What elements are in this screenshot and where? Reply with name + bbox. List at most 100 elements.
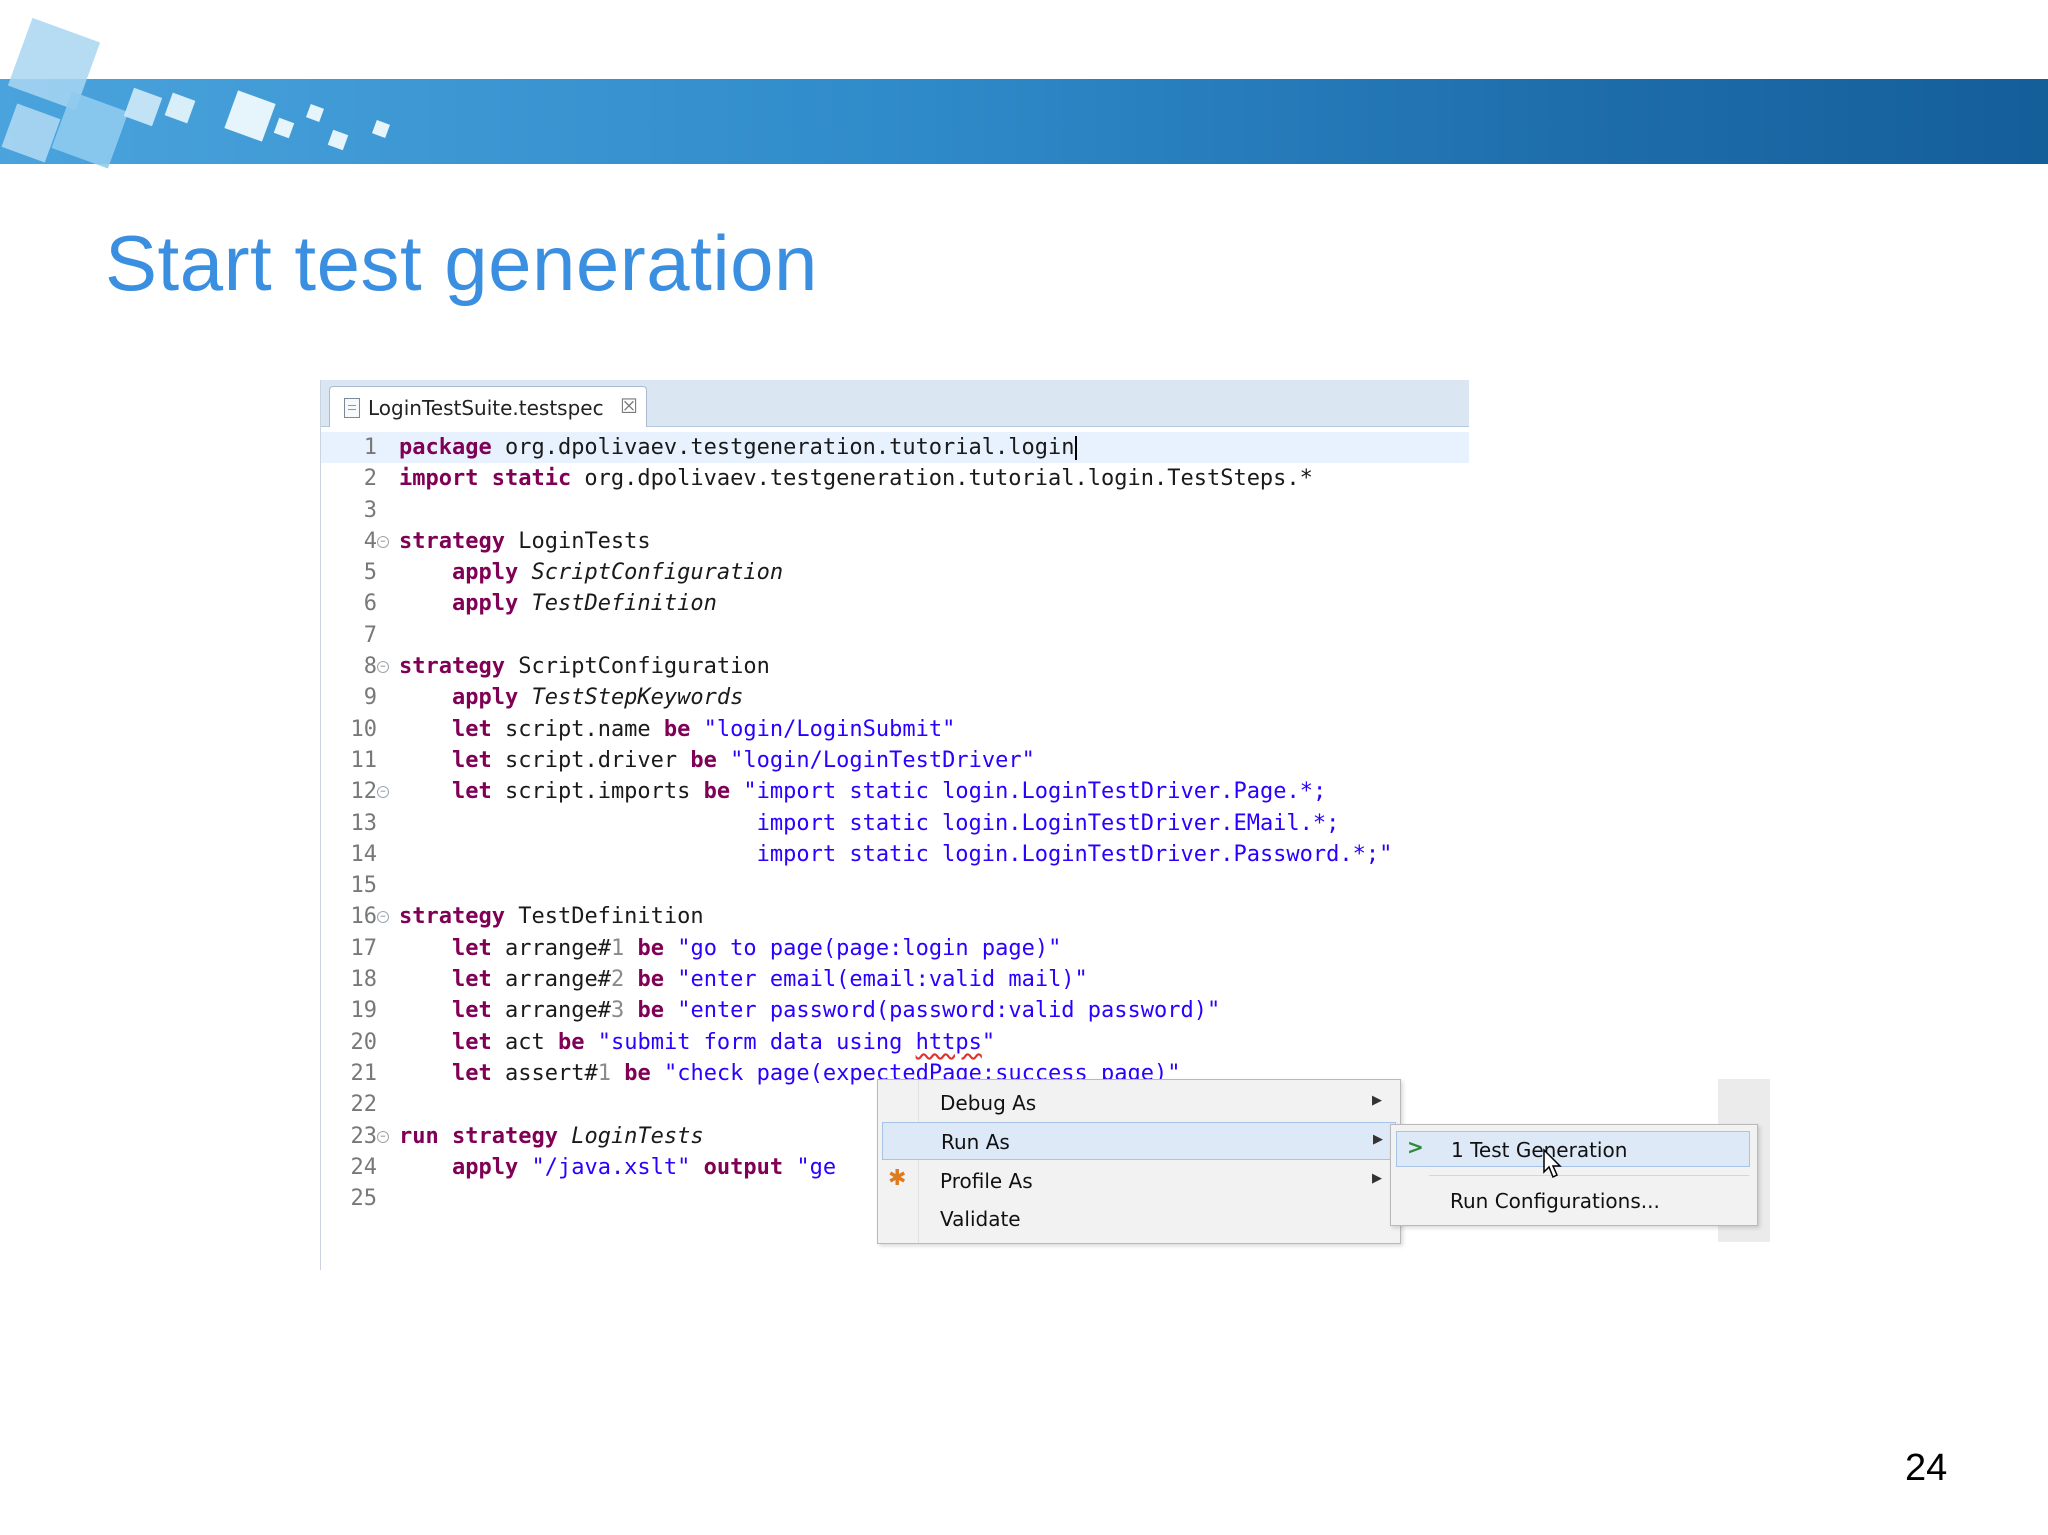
code-token: be: [690, 747, 717, 773]
code-line[interactable]: 12− let script.imports be "import static…: [321, 776, 1469, 807]
fold-toggle-icon[interactable]: −: [377, 535, 389, 548]
code-token: let: [451, 716, 492, 742]
code-token: run strategy: [399, 1123, 558, 1149]
line-number: 10: [350, 716, 378, 742]
code-text: import static login.LoginTestDriver.EMai…: [399, 808, 1340, 839]
code-line[interactable]: 13 import static login.LoginTestDriver.E…: [321, 808, 1469, 839]
menu-item-run-as[interactable]: Run As ▶: [882, 1122, 1396, 1160]
code-token: script.driver: [491, 747, 691, 773]
line-number: 12: [350, 779, 378, 805]
code-token: 1: [597, 1060, 611, 1086]
code-line[interactable]: 18 let arrange#2 be "enter email(email:v…: [321, 964, 1469, 995]
menu-item-label: Validate: [940, 1207, 1021, 1231]
fold-toggle-icon[interactable]: −: [377, 911, 389, 924]
code-text: strategy ScriptConfiguration: [399, 651, 770, 682]
menu-item-debug-as[interactable]: Debug As ▶: [882, 1084, 1394, 1120]
code-line[interactable]: 14 import static login.LoginTestDriver.P…: [321, 839, 1469, 870]
fold-toggle-icon[interactable]: −: [377, 786, 389, 799]
code-line[interactable]: 6 apply TestDefinition: [321, 588, 1469, 619]
code-text: let arrange#2 be "enter email(email:vali…: [399, 964, 1088, 995]
text-caret: [1074, 436, 1077, 460]
code-token: strategy: [399, 904, 505, 930]
code-line[interactable]: 5 apply ScriptConfiguration: [321, 557, 1469, 588]
menu-item-run-configurations[interactable]: Run Configurations...: [1396, 1183, 1748, 1217]
line-number: 20: [350, 1029, 378, 1055]
code-text: let act be "submit form data using https…: [399, 1027, 995, 1058]
code-line[interactable]: 10 let script.name be "login/LoginSubmit…: [321, 714, 1469, 745]
code-line[interactable]: 4− strategy LoginTests: [321, 526, 1469, 557]
close-icon[interactable]: ☒: [620, 394, 638, 418]
menu-item-label: Run Configurations...: [1450, 1189, 1660, 1213]
code-token: TestDefinition: [504, 904, 704, 930]
code-token: "enter password(password:valid password)…: [677, 998, 1221, 1024]
menu-separator: [1429, 1175, 1749, 1176]
code-text: apply ScriptConfiguration: [399, 557, 783, 588]
code-token: org.dpolivaev.testgeneration.tutorial.lo…: [491, 435, 1075, 460]
line-number: 24: [350, 1154, 378, 1180]
line-number: 7: [363, 622, 377, 648]
code-text: let script.name be "login/LoginSubmit": [399, 714, 955, 745]
code-text: let script.driver be "login/LoginTestDri…: [399, 745, 1035, 776]
code-token: "import static login.LoginTestDriver.Pag…: [743, 779, 1327, 805]
code-token: "login/LoginSubmit": [703, 716, 956, 742]
slide-title: Start test generation: [105, 219, 818, 307]
code-line[interactable]: 1 package org.dpolivaev.testgeneration.tu…: [321, 432, 1469, 464]
code-token: https: [915, 1029, 982, 1055]
code-text: apply TestStepKeywords: [399, 682, 743, 713]
editor-tab[interactable]: LoginTestSuite.testspec ☒: [329, 386, 647, 427]
code-line[interactable]: 9 apply TestStepKeywords: [321, 682, 1469, 713]
code-text: import static login.LoginTestDriver.Pass…: [399, 839, 1393, 870]
code-token: be: [637, 998, 664, 1024]
run-icon: >: [1407, 1135, 1424, 1159]
line-number: 23: [350, 1123, 378, 1149]
line-number: 18: [350, 967, 378, 993]
menu-item-label: Run As: [941, 1130, 1010, 1154]
line-number: 13: [350, 810, 378, 836]
code-line[interactable]: 17 let arrange#1 be "go to page(page:log…: [321, 933, 1469, 964]
code-token: LoginTests: [504, 528, 651, 554]
menu-item-profile-as[interactable]: ✱ Profile As ▶: [882, 1162, 1394, 1198]
code-line[interactable]: 20 let act be "submit form data using ht…: [321, 1027, 1469, 1058]
code-line[interactable]: 15: [321, 870, 1469, 901]
code-token: ScriptConfiguration: [531, 560, 784, 586]
run-as-submenu: > 1 Test Generation Run Configurations..…: [1390, 1124, 1758, 1226]
code-token: let: [451, 935, 492, 961]
code-token: let: [451, 779, 492, 805]
code-text: import static org.dpolivaev.testgenerati…: [399, 463, 1313, 494]
code-line[interactable]: 8− strategy ScriptConfiguration: [321, 651, 1469, 682]
fold-toggle-icon[interactable]: −: [377, 1130, 389, 1143]
code-line[interactable]: 11 let script.driver be "login/LoginTest…: [321, 745, 1469, 776]
line-number: 15: [350, 873, 378, 899]
code-line[interactable]: 7: [321, 620, 1469, 651]
code-text: apply "/java.xslt" output "ge: [399, 1152, 836, 1183]
mouse-pointer-icon: [1543, 1148, 1562, 1179]
fold-toggle-icon[interactable]: −: [377, 661, 389, 674]
code-line[interactable]: 19 let arrange#3 be "enter password(pass…: [321, 995, 1469, 1026]
menu-item-test-generation[interactable]: > 1 Test Generation: [1396, 1131, 1750, 1167]
line-number: 2: [363, 466, 377, 492]
menu-item-validate[interactable]: Validate: [882, 1200, 1394, 1236]
code-token: be: [637, 967, 664, 993]
code-line[interactable]: 16− strategy TestDefinition: [321, 901, 1469, 932]
line-number: 22: [350, 1092, 378, 1118]
editor-tab-bar: LoginTestSuite.testspec ☒: [321, 380, 1469, 427]
code-token: LoginTests: [571, 1123, 704, 1149]
menu-item-label: Profile As: [940, 1169, 1033, 1193]
code-token: TestDefinition: [531, 591, 717, 617]
code-line[interactable]: 3: [321, 495, 1469, 526]
code-line[interactable]: 2 import static org.dpolivaev.testgenerat…: [321, 463, 1469, 494]
line-number: 6: [363, 591, 377, 617]
code-token: 2: [610, 967, 625, 993]
